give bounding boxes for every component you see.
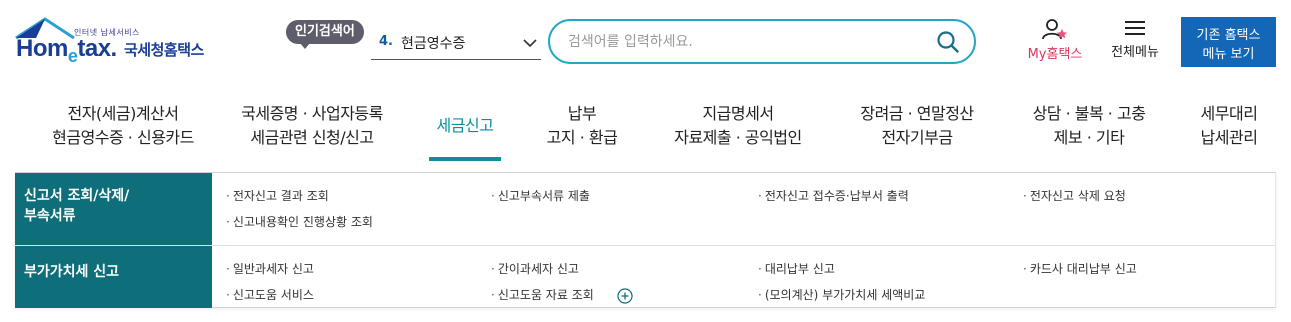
menu-link[interactable]: 대리납부 신고 [758,260,835,277]
section-heading: 부가가치세 신고 [15,246,212,308]
menu-link[interactable]: 전자신고 접수증·납부서 출력 [758,187,909,204]
hamburger-menu-icon [1125,21,1145,35]
all-menu-button[interactable]: 전체메뉴 [1103,18,1167,68]
logo-wordmark: Hometax. [16,35,117,66]
popular-search-rank: 4. [379,34,393,49]
nav-item-e-invoice[interactable]: 전자(세금)계산서 현금영수증 · 신용카드 [28,102,218,150]
nav-item-consulting[interactable]: 상담 · 불복 · 고충 제보 · 기타 [1015,102,1163,150]
submenu-section: 부가가치세 신고 일반과세자 신고 간이과세자 신고 대리납부 신고 카드사 대… [15,246,1276,308]
menu-link[interactable]: 전자신고 결과 조회 [226,187,329,204]
active-tab-indicator [429,157,501,161]
tax-filing-submenu: 신고서 조회/삭제/ 부속서류 전자신고 결과 조회 신고부속서류 제출 전자신… [15,172,1276,308]
chevron-down-icon [523,39,537,48]
hometax-logo[interactable]: 인터넷 납세서비스 Hometax. 국세청홈택스 [14,16,229,70]
menu-link[interactable]: 간이과세자 신고 [491,260,579,277]
nav-item-tax-agent[interactable]: 세무대리 납세관리 [1186,102,1272,150]
menu-link[interactable]: 신고도움 자료 조회 [491,286,594,303]
my-hometax-button[interactable]: My홈택스 [1018,18,1092,68]
plus-circle-icon[interactable] [617,288,633,304]
menu-link[interactable]: 신고부속서류 제출 [491,187,590,204]
menu-link[interactable]: 신고도움 서비스 [226,286,314,303]
submenu-section: 신고서 조회/삭제/ 부속서류 전자신고 결과 조회 신고부속서류 제출 전자신… [15,173,1276,246]
popular-search-select[interactable]: 4. 현금영수증 [371,28,541,60]
nav-item-payment-statement[interactable]: 지급명세서 자료제출 · 공익법인 [658,102,818,150]
logo-korean-name: 국세청홈택스 [124,41,204,59]
section-heading: 신고서 조회/삭제/ 부속서류 [15,173,212,245]
search-input[interactable] [568,31,918,53]
classic-menu-button[interactable]: 기존 홈택스 메뉴 보기 [1181,17,1276,67]
search-box [548,19,976,64]
popular-search-term: 현금영수증 [401,36,466,52]
all-menu-label: 전체메뉴 [1111,45,1159,60]
search-icon[interactable] [936,30,960,54]
nav-item-certificates[interactable]: 국세증명 · 사업자등록 세금관련 신청/신고 [217,102,407,150]
menu-link[interactable]: 일반과세자 신고 [226,260,314,277]
header: 인터넷 납세서비스 Hometax. 국세청홈택스 인기검색어 4. 현금영수증… [0,0,1291,82]
menu-link[interactable]: 카드사 대리납부 신고 [1023,260,1137,277]
menu-link[interactable]: (모의계산) 부가가치세 세액비교 [758,286,926,303]
nav-item-payment[interactable]: 납부 고지 · 환급 [530,102,634,150]
nav-item-tax-filing[interactable]: 세금신고 [422,114,508,138]
popular-search-label: 인기검색어 [286,20,364,49]
main-nav: 전자(세금)계산서 현금영수증 · 신용카드 국세증명 · 사업자등록 세금관련 신… [0,94,1291,164]
user-star-icon [1042,19,1067,40]
my-hometax-label: My홈택스 [1027,47,1083,62]
menu-link[interactable]: 신고내용확인 진행상황 조회 [226,213,373,230]
nav-item-incentive-year-end[interactable]: 장려금 · 연말정산 전자기부금 [840,102,994,150]
menu-link[interactable]: 전자신고 삭제 요청 [1023,187,1126,204]
